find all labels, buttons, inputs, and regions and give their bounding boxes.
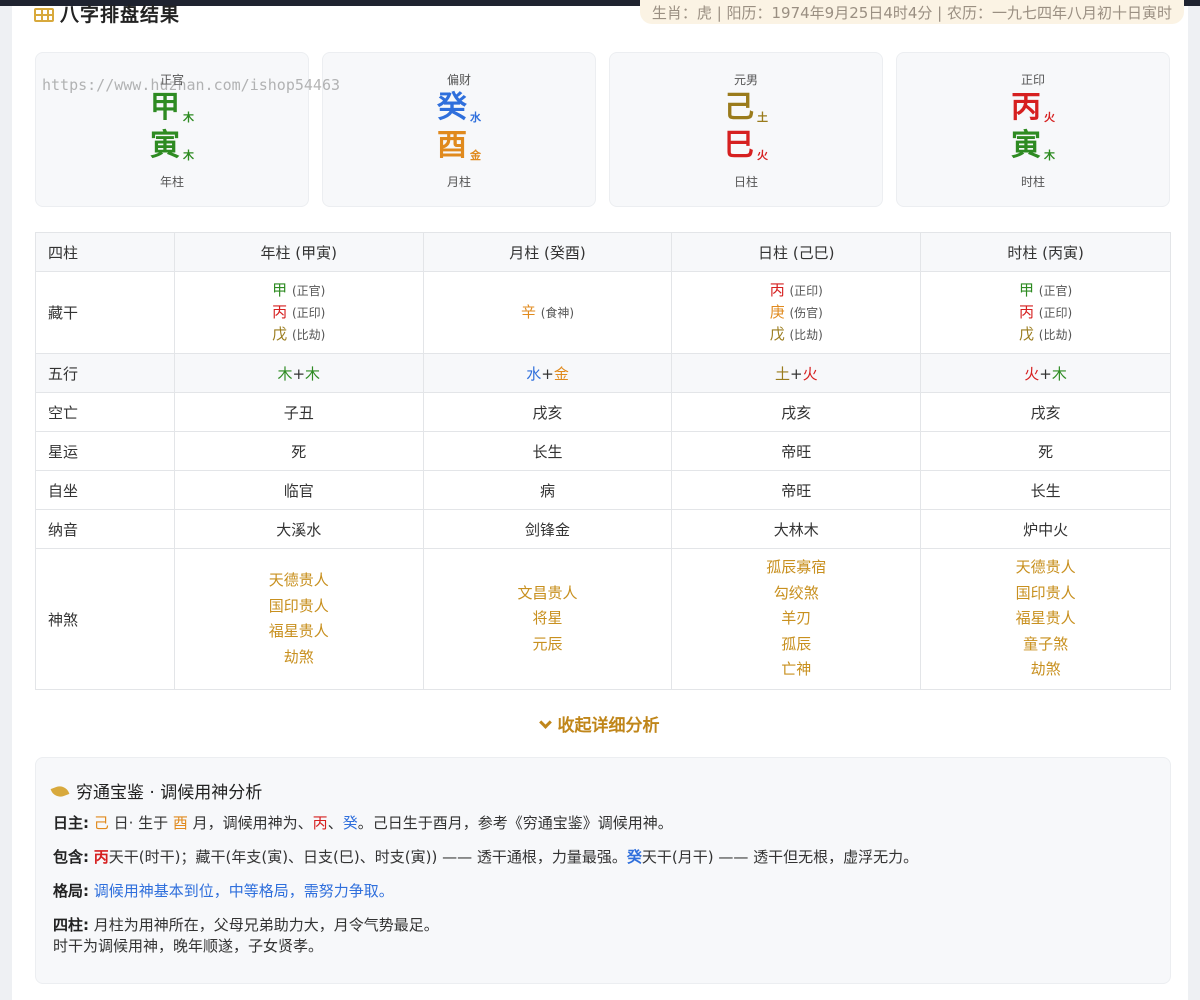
- table-cell: 炉中火: [920, 509, 1171, 549]
- table-header-row: 四柱 年柱 (甲寅) 月柱 (癸酉) 日柱 (己巳) 时柱 (丙寅): [35, 232, 1171, 272]
- table-cell: 死: [173, 431, 424, 471]
- chevron-down-icon: [538, 716, 552, 729]
- table-row-wuxing: 五行 木+木 水+金 土+火 火+木: [35, 353, 1171, 393]
- row-label: 星运: [35, 431, 175, 471]
- table-header: 月柱 (癸酉): [422, 232, 673, 272]
- pillar-branch: 寅木: [1011, 128, 1055, 163]
- table-row-kongwang: 空亡 子丑 戌亥 戌亥 戌亥: [35, 392, 1171, 432]
- pillar-card-month: 偏财 癸水 酉金 月柱: [322, 52, 596, 207]
- page-title: 八字排盘结果: [60, 4, 181, 26]
- pillar-ten-god: 正印: [1020, 73, 1045, 87]
- row-label: 空亡: [35, 392, 175, 432]
- wuxing-cell: 火+木: [920, 353, 1171, 393]
- canggan-cell: 辛 (食神): [422, 271, 673, 354]
- watermark-url: https://www.huzhan.com/ishop54463: [42, 76, 341, 94]
- table-header: 年柱 (甲寅): [173, 232, 424, 272]
- pillar-name: 日柱: [733, 175, 758, 189]
- collapse-label: 收起详细分析: [557, 716, 660, 736]
- table-row-zizuo: 自坐 临官 病 帝旺 长生: [35, 470, 1171, 510]
- table-header: 日柱 (己巳): [671, 232, 922, 272]
- shensha-cell: 文昌贵人 将星 元辰: [422, 548, 673, 690]
- table-cell: 长生: [920, 470, 1171, 510]
- collapse-analysis-button[interactable]: 收起详细分析: [12, 711, 1188, 736]
- birth-info: 生肖：虎 | 阳历：1974年9月25日4时4分 | 农历：一九七四年八月初十日…: [639, 0, 1184, 24]
- table-cell: 子丑: [173, 392, 424, 432]
- table-cell: 戌亥: [422, 392, 673, 432]
- canggan-cell: 甲 (正官) 丙 (正印) 戊 (比劫): [920, 271, 1171, 354]
- table-cell: 临官: [173, 470, 424, 510]
- table-cell: 长生: [422, 431, 673, 471]
- pillar-branch: 巳火: [724, 128, 768, 163]
- analysis-line-baohan: 包含: 丙天干(时干)；藏干(年支(寅)、日支(巳)、时支(寅)) —— 透干通…: [53, 848, 919, 866]
- table-cell: 病: [422, 470, 673, 510]
- pillar-card-hour: 正印 丙火 寅木 时柱: [896, 52, 1170, 207]
- shensha-cell: 天德贵人 国印贵人 福星贵人 劫煞: [173, 548, 424, 690]
- analysis-line-rizhu: 日主: 己 日· 生于 酉 月，调候用神为、丙、癸。己日生于酉月，参考《穷通宝鉴…: [53, 814, 673, 832]
- wuxing-cell: 木+木: [173, 353, 424, 393]
- table-cell: 大溪水: [173, 509, 424, 549]
- table-cell: 戌亥: [920, 392, 1171, 432]
- bazi-detail-table: 四柱 年柱 (甲寅) 月柱 (癸酉) 日柱 (己巳) 时柱 (丙寅) 藏干 甲 …: [35, 232, 1171, 690]
- canggan-cell: 丙 (正印) 庚 (伤官) 戊 (比劫): [671, 271, 922, 354]
- result-card: 八字排盘结果 生肖：虎 | 阳历：1974年9月25日4时4分 | 农历：一九七…: [12, 0, 1188, 1000]
- row-label: 纳音: [35, 509, 175, 549]
- table-cell: 帝旺: [671, 470, 922, 510]
- canggan-cell: 甲 (正官) 丙 (正印) 戊 (比劫): [173, 271, 424, 354]
- table-row-shensha: 神煞 天德贵人 国印贵人 福星贵人 劫煞 文昌贵人 将星 元辰 孤辰寡宿 勾绞煞…: [35, 548, 1171, 690]
- table-row-nayin: 纳音 大溪水 剑锋金 大林木 炉中火: [35, 509, 1171, 549]
- row-label: 神煞: [35, 548, 175, 690]
- row-label: 五行: [35, 353, 175, 393]
- analysis-line-sizhu: 四柱: 月柱为用神所在，父母兄弟助力大，月令气势最足。: [53, 916, 439, 934]
- analysis-line-sizhu-2: 时干为调候用神，晚年顺遂，子女贤孝。: [53, 937, 324, 955]
- analysis-line-geju: 格局: 调候用神基本到位，中等格局，需努力争取。: [53, 882, 394, 900]
- analysis-title: 穷通宝鉴 · 调候用神分析: [50, 778, 262, 803]
- shensha-cell: 天德贵人 国印贵人 福星贵人 童子煞 劫煞: [920, 548, 1171, 690]
- pillar-ten-god: 偏财: [446, 73, 471, 87]
- analysis-panel: 穷通宝鉴 · 调候用神分析 日主: 己 日· 生于 酉 月，调候用神为、丙、癸。…: [35, 757, 1171, 984]
- pillar-name: 月柱: [446, 175, 471, 189]
- pillar-name: 时柱: [1020, 175, 1045, 189]
- pillar-branch: 酉金: [437, 128, 481, 163]
- row-label: 自坐: [35, 470, 175, 510]
- table-header: 四柱: [35, 232, 175, 272]
- pillar-branch: 寅木: [150, 128, 194, 163]
- shensha-cell: 孤辰寡宿 勾绞煞 羊刃 孤辰 亡神: [671, 548, 922, 690]
- wuxing-cell: 土+火: [671, 353, 922, 393]
- pillar-ten-god: 元男: [733, 73, 758, 87]
- table-cell: 剑锋金: [422, 509, 673, 549]
- table-row-xingyun: 星运 死 长生 帝旺 死: [35, 431, 1171, 471]
- row-label: 藏干: [35, 271, 175, 354]
- grid-icon: [34, 8, 54, 22]
- pillar-name: 年柱: [159, 175, 184, 189]
- table-header: 时柱 (丙寅): [920, 232, 1171, 272]
- pillar-card-day: 元男 己土 巳火 日柱: [609, 52, 883, 207]
- table-cell: 戌亥: [671, 392, 922, 432]
- wuxing-cell: 水+金: [422, 353, 673, 393]
- table-cell: 大林木: [671, 509, 922, 549]
- table-cell: 帝旺: [671, 431, 922, 471]
- table-row-canggan: 藏干 甲 (正官) 丙 (正印) 戊 (比劫) 辛 (食神) 丙 (正印) 庚 …: [35, 271, 1171, 354]
- table-cell: 死: [920, 431, 1171, 471]
- leaf-icon: [50, 783, 70, 800]
- result-header: 八字排盘结果 生肖：虎 | 阳历：1974年9月25日4时4分 | 农历：一九七…: [34, 0, 1184, 32]
